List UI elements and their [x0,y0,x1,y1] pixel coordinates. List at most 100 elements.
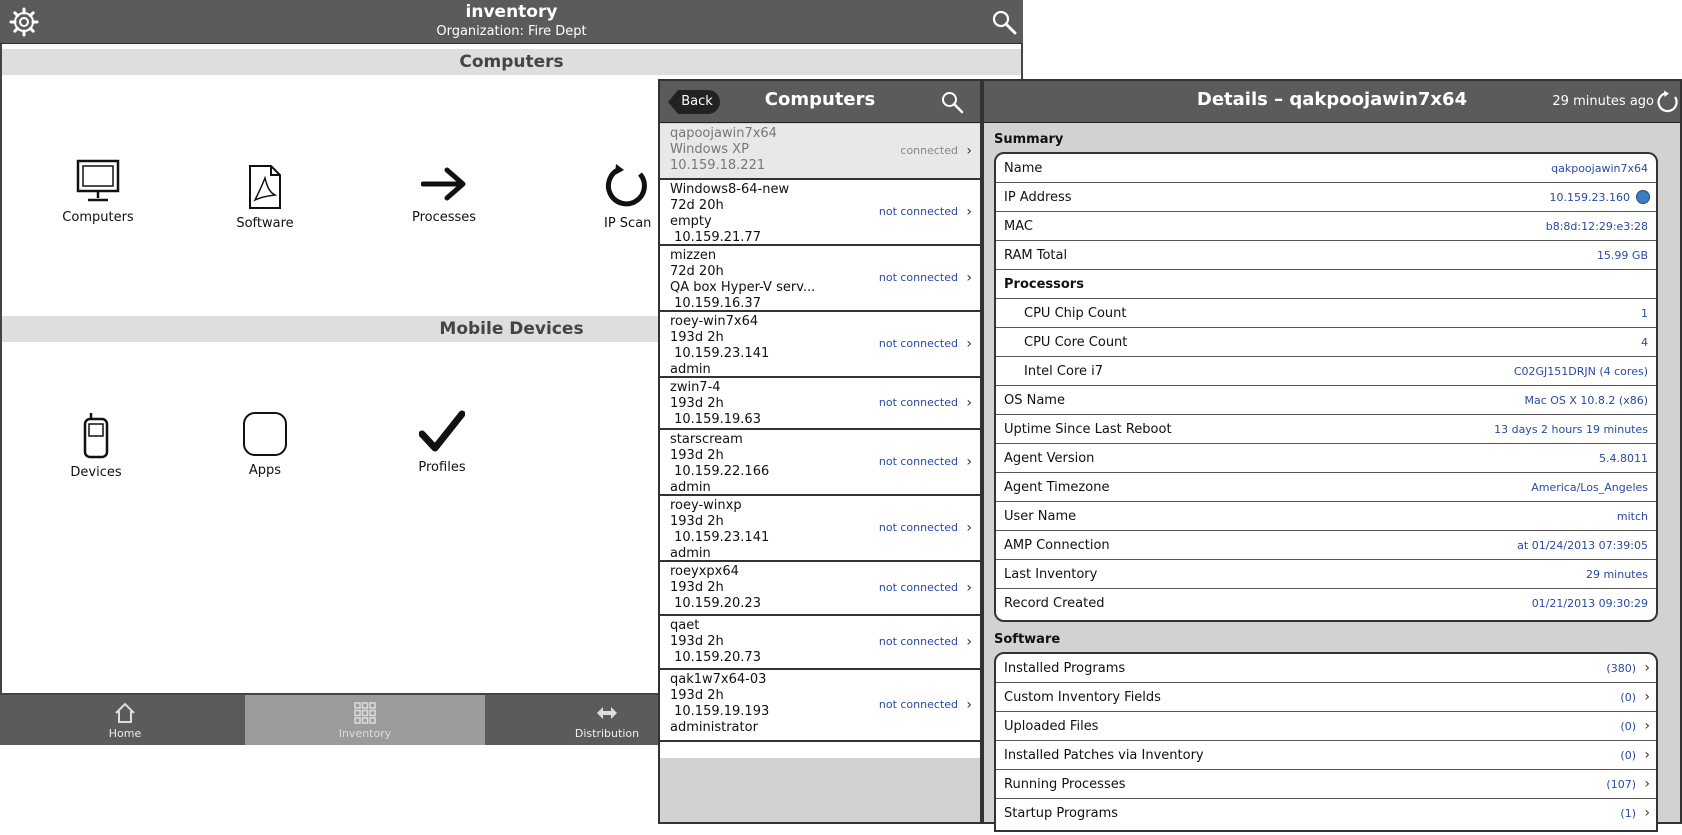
summary-row: User Name mitch [996,502,1656,531]
chevron-right-icon: › [966,697,972,713]
tab-label: Inventory [338,727,392,740]
details-header: Details – qakpoojawin7x64 29 minutes ago [984,81,1680,123]
software-label: Software [994,632,1061,647]
home-icon [115,702,135,723]
tile-devices[interactable]: Devices [56,411,136,480]
tab-home[interactable]: Home [5,695,245,745]
computer-name: roey-win7x64 [670,314,759,329]
summary-row-value: America/Los_Angeles [1531,481,1648,494]
chevron-right-icon: › [1644,689,1650,705]
tab-label: Distribution [574,727,640,740]
tile-ip-scan[interactable]: IP Scan [596,162,658,231]
computer-info-line: 10.159.20.73 [670,650,761,665]
tile-label: Computers [62,210,134,225]
summary-row-label: CPU Chip Count [1024,306,1127,321]
summary-row-label: Agent Version [1004,451,1095,466]
summary-row: Uptime Since Last Reboot 13 days 2 hours … [996,415,1656,444]
chevron-right-icon: › [966,336,972,352]
section-header-computers: Computers [2,49,1021,75]
software-row[interactable]: Installed Patches via Inventory (0) › [996,741,1656,770]
arrow-right-icon [420,167,466,201]
summary-row-value: 5.4.8011 [1599,452,1648,465]
summary-row-label: RAM Total [1004,248,1068,263]
computer-info-line: 10.159.20.23 [670,596,761,611]
software-row-count: (0) [1620,691,1636,704]
software-row-count: (380) [1606,662,1636,675]
software-row[interactable]: Installed Programs (380) › [996,654,1656,683]
computer-name: qaet [670,618,700,633]
software-row[interactable]: Running Processes (107) › [996,770,1656,799]
computer-list-item[interactable]: zwin7-4 193d 2h 10.159.19.63 not connected… [660,378,980,430]
summary-row-value: 29 minutes [1585,568,1648,581]
computer-name: roey-winxp [670,498,742,513]
summary-row-label: Agent Timezone [1004,480,1110,495]
computer-info-line: admin [670,480,711,495]
summary-row-value: qakpoojawin7x64 [1551,162,1648,175]
computer-list-item[interactable]: mizzen 72d 20h QA box Hyper-V serv... 10.1… [660,246,980,312]
computer-name: zwin7-4 [670,380,721,395]
tab-bar: Home Inventory Distribution [0,695,660,745]
chevron-right-icon: › [966,143,972,159]
computer-list-item[interactable]: Windows8-64-new 72d 20h empty 10.159.21.77… [660,180,980,246]
tile-apps[interactable]: Apps [225,411,305,478]
tab-inventory[interactable]: Inventory [245,695,485,745]
app-subtitle: Organization: Fire Dept [436,24,587,39]
computer-info-line: admin [670,362,711,377]
tile-label: IP Scan [604,216,652,231]
summary-row: RAM Total 15.99 GB [996,241,1656,270]
software-row-count: (0) [1620,749,1636,762]
app-square-icon [243,412,287,456]
computer-list-item[interactable]: roey-win7x64 193d 2h 10.159.23.141 admin no… [660,312,980,378]
back-button[interactable]: Back [668,90,720,114]
computer-list-item[interactable]: roeyxpx64 193d 2h 10.159.20.23 not connect… [660,562,980,616]
chevron-right-icon: › [1644,747,1650,763]
computer-list-item[interactable]: qak1w7x64-03 193d 2h 10.159.19.193 adminis… [660,670,980,742]
computer-info-line: administrator [670,720,758,735]
tile-computers[interactable]: Computers [58,158,138,225]
software-row-count: (107) [1606,778,1636,791]
computer-list-item[interactable]: qapoojawin7x64 Windows XP 10.159.18.221 con… [660,124,980,180]
software-row-count: (0) [1620,720,1636,733]
computer-name: mizzen [670,248,717,263]
refresh-icon[interactable] [1656,90,1680,114]
phone-icon [83,413,109,459]
summary-row-value: at 01/24/2013 07:39:05 [1517,539,1648,552]
tile-software[interactable]: Software [225,164,305,231]
software-row[interactable]: Uploaded Files (0) › [996,712,1656,741]
tile-processes[interactable]: Processes [404,164,484,225]
tile-profiles[interactable]: Profiles [402,410,482,475]
summary-row: Record Created 01/21/2013 09:30:29 [996,589,1656,618]
summary-row-value: C02GJ151DRJN (4 cores) [1513,365,1648,378]
summary-row: Intel Core i7 C02GJ151DRJN (4 cores) [996,357,1656,386]
computer-name: qapoojawin7x64 [670,126,777,141]
search-icon[interactable] [990,8,1018,36]
software-row-count: (1) [1620,807,1636,820]
computer-info-line: 10.159.21.77 [670,230,761,245]
info-icon[interactable] [1636,190,1650,204]
tile-label: Apps [248,463,282,478]
search-icon[interactable] [940,90,964,114]
summary-row-value: 4 [1641,336,1648,349]
connection-status: not connected [878,396,958,409]
software-row[interactable]: Startup Programs (1) › [996,799,1656,828]
computer-info-line: 10.159.16.37 [670,296,761,311]
chevron-right-icon: › [966,204,972,220]
summary-row: CPU Chip Count 1 [996,299,1656,328]
tab-label: Home [108,727,142,740]
summary-row-value: Mac OS X 10.8.2 (x86) [1524,394,1648,407]
computer-list-item[interactable]: starscream 193d 2h 10.159.22.166 admin not … [660,430,980,496]
software-row-label: Installed Programs [1004,661,1126,676]
computer-list-item[interactable]: roey-winxp 193d 2h 10.159.23.141 admin not … [660,496,980,562]
summary-row-label: Record Created [1004,596,1105,611]
software-row-label: Installed Patches via Inventory [1004,748,1204,763]
summary-row: Name qakpoojawin7x64 [996,154,1656,183]
last-updated-time: 29 minutes ago [1552,94,1654,109]
software-row[interactable]: Custom Inventory Fields (0) › [996,683,1656,712]
computer-info-line: admin [670,546,711,561]
summary-row-label: OS Name [1004,393,1065,408]
tile-label: Devices [70,465,122,480]
software-row-label: Startup Programs [1004,806,1119,821]
summary-row-label: Name [1004,161,1043,176]
computer-list-item[interactable]: qaet 193d 2h 10.159.20.73 not connected › [660,616,980,670]
refresh-icon [605,164,647,207]
